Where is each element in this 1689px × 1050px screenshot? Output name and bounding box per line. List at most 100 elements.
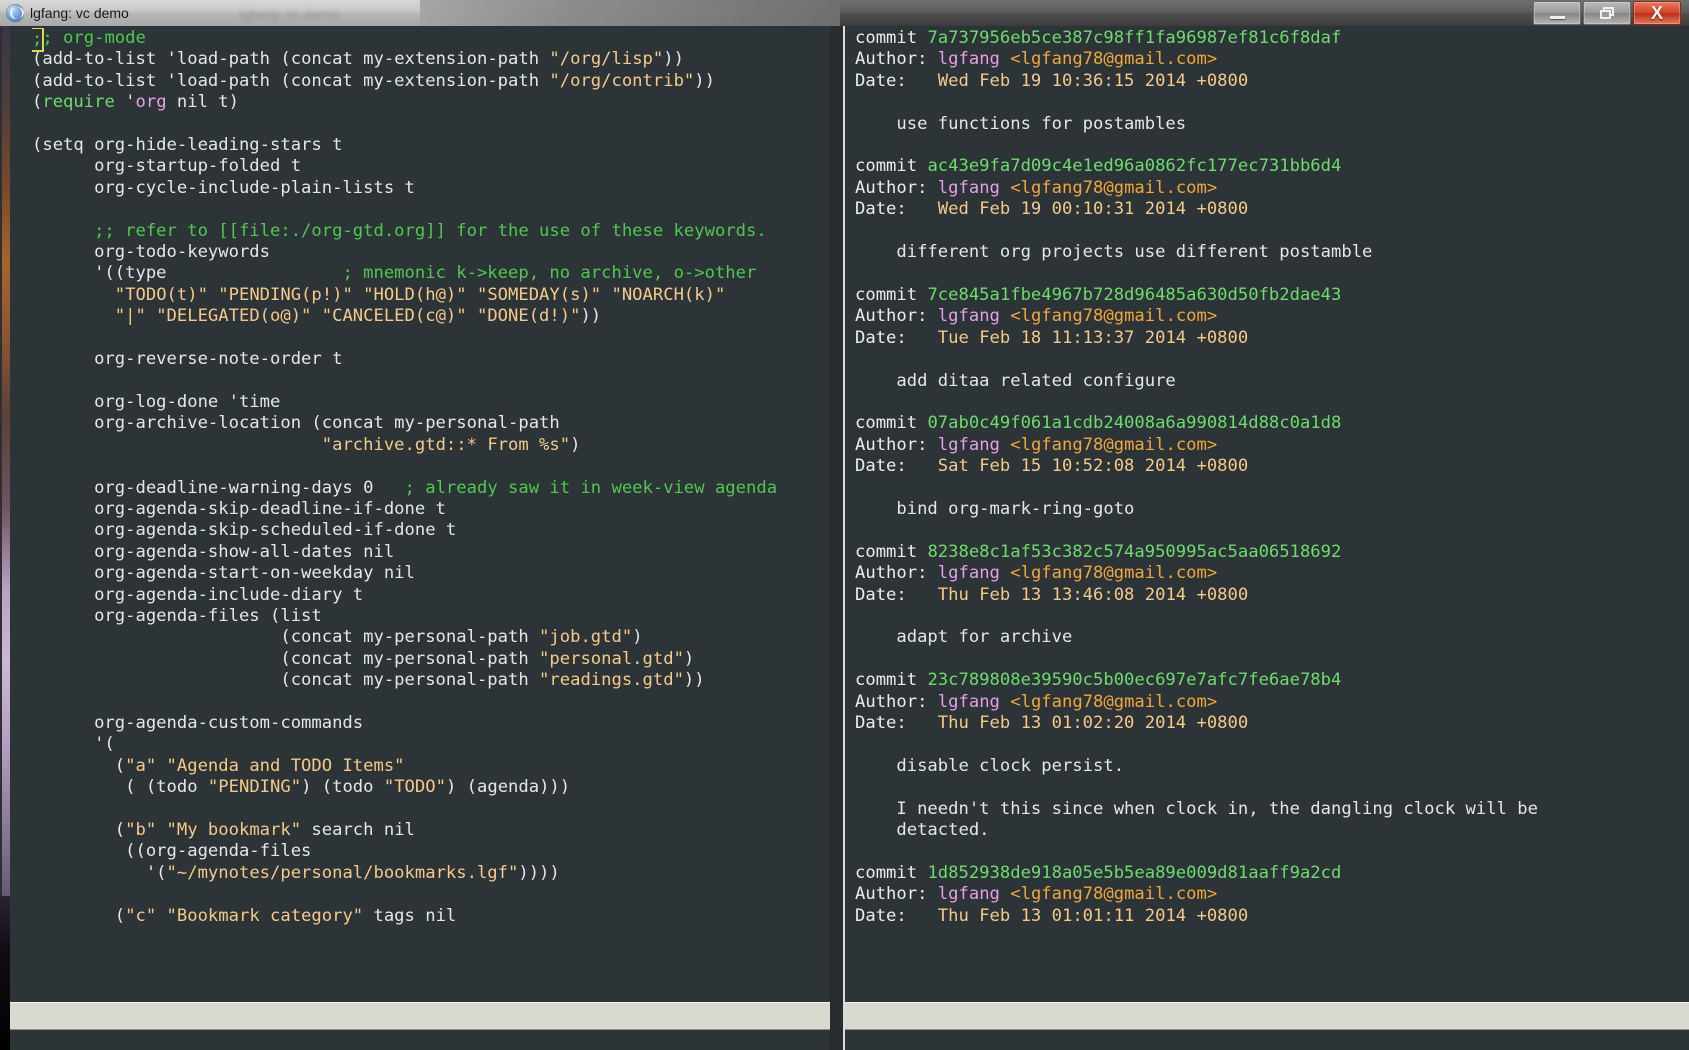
window-title: lgfang: vc demo — [30, 5, 129, 21]
code-token: org-todo-keywords — [32, 242, 270, 263]
code-line: org-agenda-skip-deadline-if-done t — [32, 499, 831, 520]
commit-hash: 8238e8c1af53c382c574a950995ac5aa06518692 — [927, 541, 1342, 562]
restore-button[interactable] — [1583, 1, 1631, 25]
restore-icon — [1600, 7, 1614, 19]
close-icon: X — [1650, 3, 1663, 23]
code-token: ) (agenda))) — [445, 777, 571, 798]
code-token: org-log-done 'time — [32, 391, 281, 412]
code-token: )) — [663, 49, 684, 70]
commit-message-text: add ditaa related configure — [855, 370, 1176, 391]
commit-hash-line: commit 7a737956eb5ce387c98ff1fa96987ef81… — [855, 28, 1685, 49]
code-token: )) — [694, 70, 715, 91]
pane-divider-shadow — [830, 26, 843, 1050]
date-label: Date: — [855, 905, 938, 926]
code-token: "TODO(t)" "PENDING(p!)" "HOLD(h@)" "SOME… — [114, 284, 726, 305]
code-token: org-startup-folded t — [32, 156, 302, 177]
code-line: org-agenda-start-on-weekday nil — [32, 563, 831, 584]
code-token: (setq org-hide-leading-stars t — [32, 135, 343, 156]
commit-message-line: detacted. — [855, 820, 1685, 841]
code-token: org-archive-location (concat my-personal… — [32, 413, 560, 434]
author-email: <lgfang78@gmail.com> — [1010, 306, 1218, 327]
code-token: "~/mynotes/personal/bookmarks.lgf" — [166, 862, 519, 883]
code-token: "c" "Bookmark category" — [125, 905, 364, 926]
code-line: org-agenda-include-diary t — [32, 585, 831, 606]
commit-message-text: detacted. — [855, 820, 990, 841]
code-line: org-todo-keywords — [32, 242, 831, 263]
author-label: Author: — [855, 884, 938, 905]
commit-hash: 7a737956eb5ce387c98ff1fa96987ef81c6f8daf — [927, 28, 1342, 48]
emacs-window: lgfang: vc demo lgfang: vc demo X ;; org… — [0, 0, 1689, 1050]
code-token: ) — [632, 627, 643, 648]
commit-hash: 23c789808e39590c5b00ec697e7afc7fe6ae78b4 — [927, 670, 1342, 691]
code-token: ) — [570, 434, 581, 455]
minimize-icon — [1549, 15, 1565, 19]
commit-message-line: disable clock persist. — [855, 756, 1685, 777]
code-token: ;; refer to [[file:./org-gtd.org]] for t… — [32, 220, 767, 241]
code-line: ;; refer to [[file:./org-gtd.org]] for t… — [32, 221, 831, 242]
code-token: '( — [32, 734, 115, 755]
author-email: <lgfang78@gmail.com> — [1010, 884, 1218, 905]
commit-date-line: Date: Tue Feb 18 11:13:37 2014 +0800 — [855, 328, 1685, 349]
author-label: Author: — [855, 177, 938, 198]
commit-label: commit — [855, 862, 928, 883]
code-line: "TODO(t)" "PENDING(p!)" "HOLD(h@)" "SOME… — [32, 285, 831, 306]
code-line: org-cycle-include-plain-lists t — [32, 178, 831, 199]
source-code-buffer[interactable]: ;; org-mode (add-to-list 'load-path (conc… — [32, 28, 831, 1012]
minimize-button[interactable] — [1533, 1, 1581, 25]
close-button[interactable]: X — [1633, 1, 1681, 25]
author-name: lgfang — [937, 691, 1000, 712]
commit-date-line: Date: Thu Feb 13 01:02:20 2014 +0800 — [855, 713, 1685, 734]
commit-hash-line: commit 8238e8c1af53c382c574a950995ac5aa0… — [855, 542, 1685, 563]
window-title-ghost: lgfang: vc demo — [240, 6, 339, 22]
code-token: search nil — [301, 820, 415, 841]
commit-label: commit — [855, 541, 928, 562]
commit-date-line: Date: Thu Feb 13 01:01:11 2014 +0800 — [855, 906, 1685, 927]
author-email: <lgfang78@gmail.com> — [1010, 691, 1218, 712]
vc-change-log-buffer[interactable]: commit 7a737956eb5ce387c98ff1fa96987ef81… — [855, 28, 1685, 1012]
code-token: org-agenda-files (list — [32, 605, 322, 626]
code-line: org-agenda-files (list — [32, 606, 831, 627]
left-mode-line: -:--- lgfang.org.el Top (1,0) Git-master… — [10, 1002, 835, 1030]
code-token: org-reverse-note-order t — [32, 349, 343, 370]
code-token: org-agenda-include-diary t — [32, 584, 364, 605]
date-label: Date: — [855, 70, 938, 91]
commit-message-line: bind org-mark-ring-goto — [855, 499, 1685, 520]
commit-author-line: Author: lgfang <lgfang78@gmail.com> — [855, 306, 1685, 327]
code-token: "b" "My bookmark" — [125, 820, 302, 841]
author-name: lgfang — [937, 884, 1000, 905]
commit-hash: 07ab0c49f061a1cdb24008a6a990814d88c0a1d8 — [927, 413, 1342, 434]
commit-label: commit — [855, 28, 928, 48]
code-token: "|" "DELEGATED(o@)" "CANCELED(c@)" "DONE… — [114, 306, 581, 327]
commit-hash: ac43e9fa7d09c4e1ed96a0862fc177ec731bb6d4 — [927, 156, 1342, 177]
code-line: (concat my-personal-path "personal.gtd") — [32, 649, 831, 670]
commit-author-line: Author: lgfang <lgfang78@gmail.com> — [855, 884, 1685, 905]
code-token: ( — [32, 905, 126, 926]
commit-message-text: bind org-mark-ring-goto — [855, 498, 1135, 519]
code-token: org-agenda-start-on-weekday nil — [32, 563, 415, 584]
code-line: ("a" "Agenda and TODO Items" — [32, 756, 831, 777]
commit-date-line: Date: Thu Feb 13 13:46:08 2014 +0800 — [855, 585, 1685, 606]
code-token: org-agenda-skip-scheduled-if-done t — [32, 520, 457, 541]
left-fringe — [10, 26, 32, 1050]
author-label: Author: — [855, 434, 938, 455]
commit-date: Sat Feb 15 10:52:08 2014 +0800 — [937, 456, 1249, 477]
author-name: lgfang — [937, 434, 1000, 455]
commit-hash: 1d852938de918a05e5b5ea89e009d81aaff9a2cd — [927, 862, 1342, 883]
author-label: Author: — [855, 563, 938, 584]
code-token: ( (todo — [32, 777, 208, 798]
code-line: (require 'org nil t) — [32, 92, 831, 113]
